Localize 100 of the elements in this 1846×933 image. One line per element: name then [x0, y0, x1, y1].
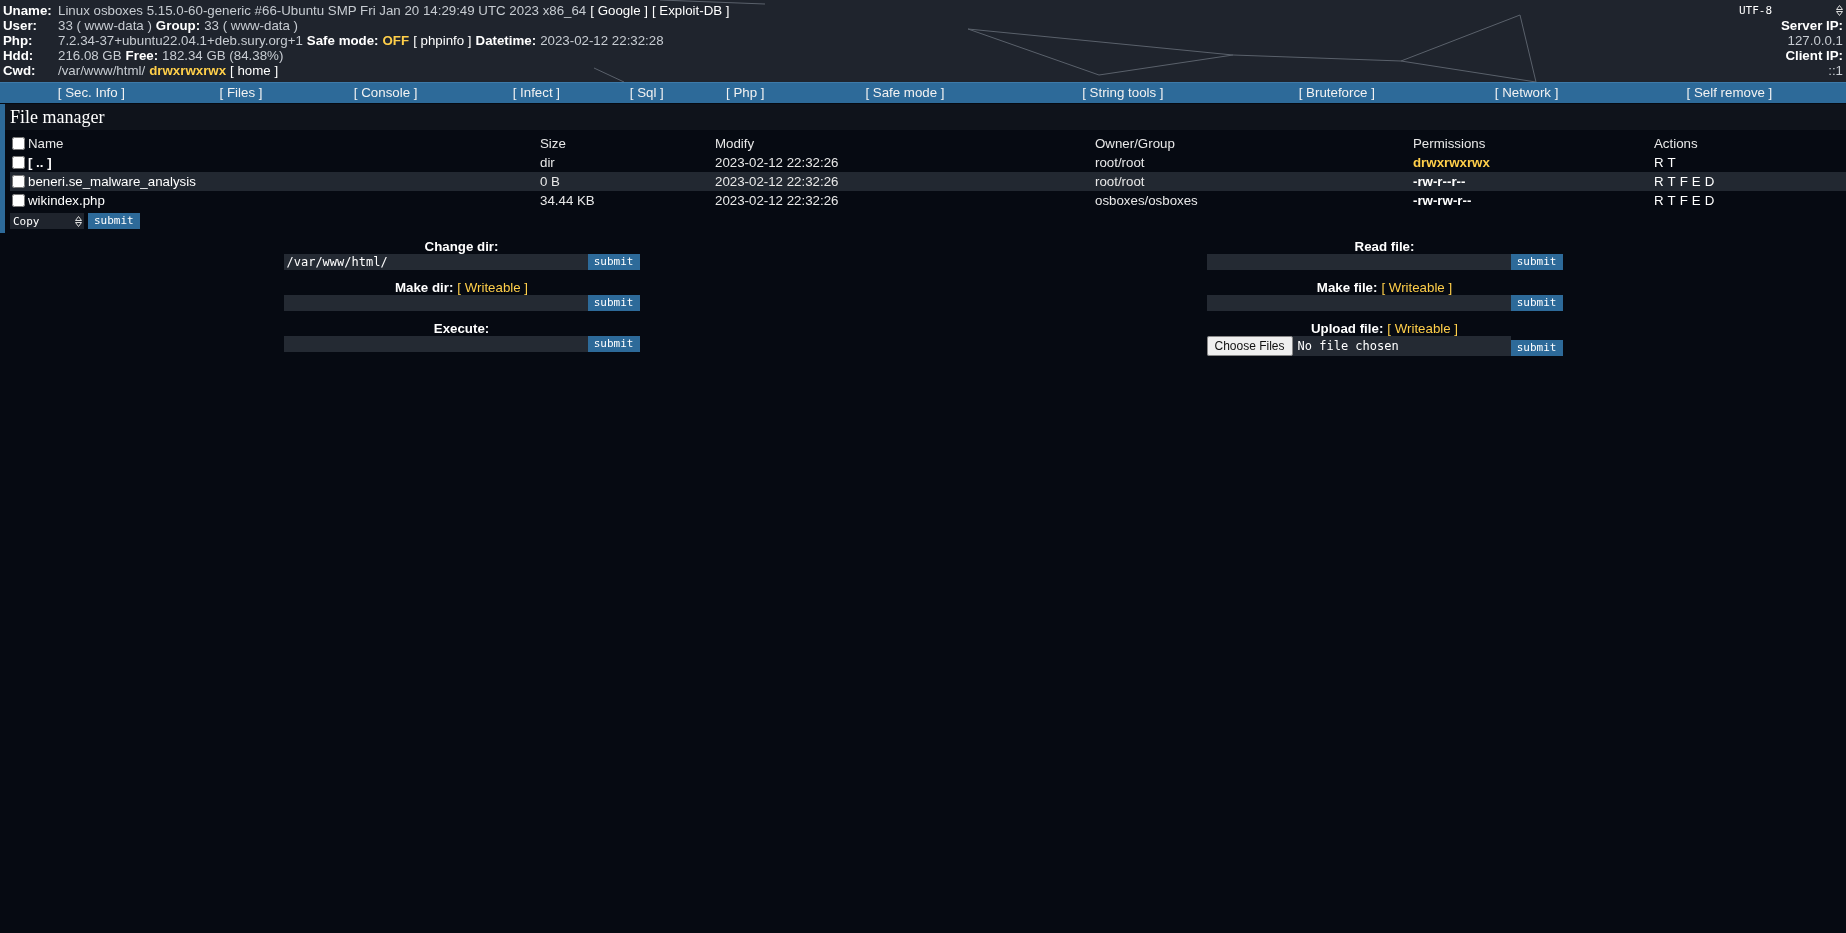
info-value: 33 ( www-data )	[58, 18, 152, 33]
column-header: Modify	[715, 136, 755, 151]
file-link[interactable]: wikindex.php	[28, 191, 105, 210]
nav-link[interactable]: [ Console ]	[353, 85, 418, 100]
panel-title: File manager	[5, 104, 1846, 130]
info-value: /var/www/html/	[58, 63, 146, 78]
action-link[interactable]: R	[1654, 191, 1664, 210]
table-cell: 2023-02-12 22:32:26	[715, 174, 839, 189]
nav-link[interactable]: [ Files ]	[219, 85, 263, 100]
column-header: Name	[28, 135, 64, 153]
nav-link[interactable]: [ Infect ]	[512, 85, 560, 100]
info-label: Client IP:	[1785, 48, 1843, 63]
nav-link[interactable]: [ Self remove ]	[1686, 85, 1773, 100]
permissions-link[interactable]: -rw-r--r--	[1413, 174, 1466, 189]
submit-button[interactable]: submit	[1510, 254, 1563, 270]
file-link[interactable]: beneri.se_malware_analysis	[28, 172, 196, 191]
info-label: Uname:	[3, 3, 53, 18]
form-label: Upload file:	[1310, 322, 1384, 336]
action-link[interactable]: E	[1691, 191, 1701, 210]
file-status-text: No file chosen	[1297, 339, 1399, 353]
nav-link[interactable]: [ Network ]	[1494, 85, 1559, 100]
checkbox[interactable]	[12, 194, 25, 207]
checkbox[interactable]	[12, 137, 25, 150]
action-link[interactable]: T	[1667, 172, 1676, 191]
column-header: Actions	[1654, 136, 1698, 151]
charset-select[interactable]: UTF-8	[1736, 3, 1843, 18]
info-label: Hdd:	[3, 48, 35, 63]
info-label: Free:	[125, 48, 159, 63]
header-link[interactable]: [ Exploit-DB ]	[651, 3, 730, 18]
info-label: Datetime:	[475, 33, 537, 48]
column-header: Permissions	[1413, 136, 1486, 151]
form-label: Read file:	[1354, 240, 1415, 254]
nav-link[interactable]: [ Bruteforce ]	[1298, 85, 1375, 100]
info-label: Server IP:	[1780, 18, 1843, 33]
action-link[interactable]: F	[1679, 191, 1688, 210]
header-link[interactable]: [ home ]	[230, 63, 279, 78]
table-cell: 34.44 KB	[540, 193, 595, 208]
nav-link[interactable]: [ String tools ]	[1082, 85, 1164, 100]
table-cell: 0 B	[540, 174, 560, 189]
nav-link[interactable]: [ Safe mode ]	[865, 85, 945, 100]
table-cell: 2023-02-12 22:32:26	[715, 155, 839, 170]
permissions-link[interactable]: drwxrwxrwx	[1413, 155, 1490, 170]
file-field[interactable]: Choose Files No file chosen	[1206, 336, 1511, 356]
table-cell: dir	[540, 155, 555, 170]
parent-dir-link[interactable]: [ .. ]	[28, 153, 52, 172]
submit-button[interactable]: submit	[88, 213, 140, 229]
submit-button[interactable]: submit	[1510, 340, 1563, 356]
permissions-link[interactable]: -rw-rw-r--	[1413, 193, 1472, 208]
updown-arrow-icon	[1836, 5, 1843, 16]
updown-arrow-icon	[75, 215, 82, 227]
action-link[interactable]: E	[1691, 172, 1701, 191]
table-row[interactable]: wikindex.php 34.44 KB 2023-02-12 22:32:26 osboxes/osboxes -rw-rw-r-- R T F E D	[10, 191, 1846, 210]
action-link[interactable]: F	[1679, 172, 1688, 191]
nav-link[interactable]: [ Sql ]	[629, 85, 664, 100]
action-link[interactable]: T	[1667, 191, 1676, 210]
table-cell: osboxes/osboxes	[1095, 193, 1198, 208]
action-link[interactable]: R	[1654, 153, 1664, 172]
nav-link[interactable]: [ Php ]	[726, 85, 765, 100]
submit-button[interactable]: submit	[587, 336, 640, 352]
input-field[interactable]	[283, 336, 588, 352]
table-cell: 2023-02-12 22:32:26	[715, 193, 839, 208]
status-value: OFF	[382, 33, 410, 48]
info-value: ::1	[1828, 63, 1843, 78]
form-label: Make dir:	[394, 281, 454, 295]
checkbox[interactable]	[12, 156, 25, 169]
info-label: Cwd:	[3, 63, 37, 78]
action-link[interactable]: D	[1704, 191, 1715, 210]
writeable-status: [ Writeable ]	[1381, 281, 1453, 295]
choose-files-button[interactable]: Choose Files	[1206, 336, 1293, 356]
action-select[interactable]: Copy	[10, 213, 84, 229]
checkbox[interactable]	[12, 175, 25, 188]
info-value: 7.2.34-37+ubuntu22.04.1+deb.sury.org+1	[58, 33, 303, 48]
info-value: 33 ( www-data )	[204, 18, 299, 33]
submit-button[interactable]: submit	[587, 254, 640, 270]
info-label: User:	[3, 18, 38, 33]
column-header: Owner/Group	[1095, 136, 1175, 151]
nav-link[interactable]: [ Sec. Info ]	[57, 85, 126, 100]
input-field[interactable]	[283, 295, 588, 311]
submit-button[interactable]: submit	[587, 295, 640, 311]
action-link[interactable]: D	[1704, 172, 1715, 191]
highlighted-row[interactable]: beneri.se_malware_analysis 0 B 2023-02-12 22:32:26 root/root -rw-r--r-- R T F E D	[10, 172, 1846, 191]
input-field[interactable]	[1206, 295, 1511, 311]
action-link[interactable]: R	[1654, 172, 1664, 191]
header-link[interactable]: [ phpinfo ]	[413, 33, 472, 48]
submit-button[interactable]: submit	[1510, 295, 1563, 311]
input-field[interactable]	[1206, 254, 1511, 270]
action-link[interactable]: T	[1667, 153, 1676, 172]
table-cell: root/root	[1095, 174, 1145, 189]
form-label: Make file:	[1316, 281, 1378, 295]
info-label: Php:	[3, 33, 34, 48]
table-row[interactable]: [ .. ] dir 2023-02-12 22:32:26 root/root drwxrwxrwx R T	[10, 153, 1846, 172]
info-value: Linux osboxes 5.15.0-60-generic #66-Ubuntu SMP Fri Jan 20 14:29:49 UTC 2023 x86_64	[58, 3, 587, 18]
column-header: Size	[540, 136, 566, 151]
info-value: 216.08 GB	[58, 48, 122, 63]
input-field[interactable]: /var/www/html/	[283, 254, 588, 270]
info-value: 182.34 GB (84.38%)	[162, 48, 284, 63]
form-label: Change dir:	[424, 240, 499, 254]
header-link[interactable]: [ Google ]	[590, 3, 648, 18]
status-value: drwxrwxrwx	[149, 63, 227, 78]
info-label: Safe mode:	[306, 33, 379, 48]
